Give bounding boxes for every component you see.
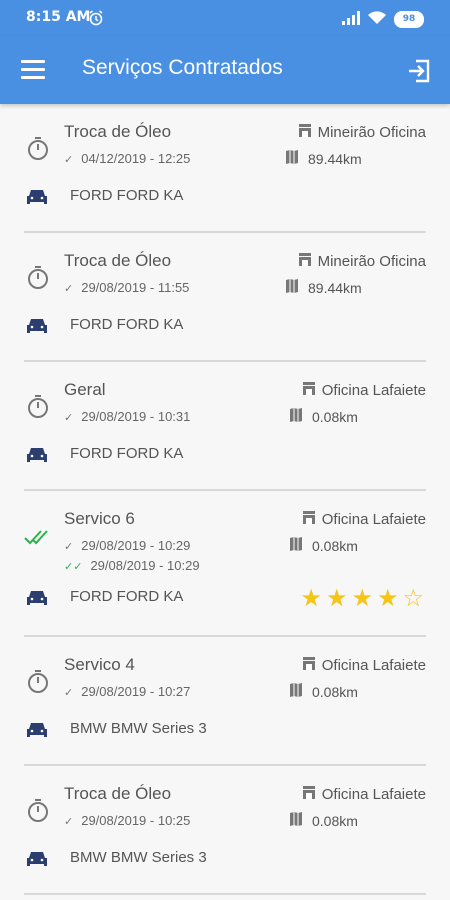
shop-name: Oficina Lafaiete: [302, 382, 426, 399]
rating-stars[interactable]: ★ ★ ★ ★ ☆: [300, 586, 424, 610]
store-icon: [302, 511, 316, 528]
vehicle-name: BMW BMW Series 3: [70, 720, 207, 737]
distance: 0.08km: [290, 408, 358, 425]
store-icon: [302, 657, 316, 674]
shop-name: Oficina Lafaiete: [302, 786, 426, 803]
double-check-icon: ✓✓: [64, 561, 83, 573]
signal-icon: [342, 10, 360, 29]
star-filled-icon[interactable]: ★: [300, 586, 322, 610]
service-card[interactable]: Troca de Óleo ✓ 04/12/2019 - 12:25 FORD F…: [24, 104, 426, 233]
map-icon: [286, 279, 298, 296]
star-filled-icon[interactable]: ★: [377, 586, 399, 610]
double-check-icon: [24, 527, 52, 551]
service-card[interactable]: Servico 6 ✓ 29/08/2019 - 10:29 ✓✓ 29/08/20…: [24, 491, 426, 637]
shop-name: Mineirão Oficina: [298, 253, 426, 270]
car-icon: [26, 720, 48, 744]
timer-icon: [24, 392, 52, 424]
service-card[interactable]: Servico 4 ✓ 29/08/2019 - 10:27 BMW BMW Se…: [24, 637, 426, 766]
timer-icon: [24, 263, 52, 295]
star-filled-icon[interactable]: ★: [326, 586, 348, 610]
distance: 89.44km: [286, 279, 362, 296]
store-icon: [298, 124, 312, 141]
vehicle-name: FORD FORD KA: [70, 316, 184, 333]
car-icon: [26, 187, 48, 211]
page-title: Serviços Contratados: [82, 56, 283, 79]
service-name: Geral: [64, 380, 106, 399]
car-icon: [26, 445, 48, 469]
battery-icon: 98: [394, 11, 424, 28]
service-date: ✓ 29/08/2019 - 10:25: [64, 813, 191, 828]
distance: 89.44km: [286, 150, 362, 167]
car-icon: [26, 588, 48, 612]
service-name: Troca de Óleo: [64, 251, 172, 270]
app-bar: Serviços Contratados: [0, 36, 450, 104]
car-icon: [26, 849, 48, 873]
logout-icon[interactable]: [406, 58, 432, 88]
service-date: ✓ 04/12/2019 - 12:25: [64, 151, 191, 166]
map-icon: [290, 408, 302, 425]
check-icon: ✓: [64, 412, 74, 424]
check-icon: ✓: [64, 687, 74, 699]
vehicle-name: FORD FORD KA: [70, 588, 184, 605]
service-card[interactable]: Troca de Óleo ✓ 29/08/2019 - 11:55 FORD F…: [24, 233, 426, 362]
status-bar: 8:15 AM 98: [0, 0, 450, 36]
store-icon: [298, 253, 312, 270]
check-icon: ✓: [64, 154, 74, 166]
service-date: ✓ 29/08/2019 - 10:31: [64, 409, 191, 424]
service-list: Troca de Óleo ✓ 04/12/2019 - 12:25 FORD F…: [0, 104, 450, 895]
timer-icon: [24, 134, 52, 166]
service-date: ✓ 29/08/2019 - 10:29: [64, 538, 191, 553]
vehicle-name: FORD FORD KA: [70, 445, 184, 462]
distance: 0.08km: [290, 683, 358, 700]
service-date-confirmed: ✓✓ 29/08/2019 - 10:29: [64, 558, 200, 573]
service-card[interactable]: Geral ✓ 29/08/2019 - 10:31 FORD FORD KA O…: [24, 362, 426, 491]
star-empty-icon[interactable]: ☆: [402, 586, 424, 610]
store-icon: [302, 382, 316, 399]
timer-icon: [24, 796, 52, 828]
service-name: Servico 4: [64, 655, 135, 674]
status-time: 8:15 AM: [26, 9, 91, 25]
check-icon: ✓: [64, 541, 74, 553]
check-icon: ✓: [64, 283, 74, 295]
map-icon: [290, 683, 302, 700]
vehicle-name: BMW BMW Series 3: [70, 849, 207, 866]
service-name: Servico 6: [64, 509, 135, 528]
shop-name: Mineirão Oficina: [298, 124, 426, 141]
service-name: Troca de Óleo: [64, 784, 172, 803]
shop-name: Oficina Lafaiete: [302, 511, 426, 528]
alarm-icon: [88, 10, 104, 30]
service-name: Troca de Óleo: [64, 122, 172, 141]
map-icon: [290, 812, 302, 829]
shop-name: Oficina Lafaiete: [302, 657, 426, 674]
service-date: ✓ 29/08/2019 - 10:27: [64, 684, 191, 699]
distance: 0.08km: [290, 812, 358, 829]
check-icon: ✓: [64, 816, 74, 828]
store-icon: [302, 786, 316, 803]
timer-icon: [24, 667, 52, 699]
vehicle-name: FORD FORD KA: [70, 187, 184, 204]
distance: 0.08km: [290, 537, 358, 554]
car-icon: [26, 316, 48, 340]
service-card[interactable]: Troca de Óleo ✓ 29/08/2019 - 10:25 BMW BM…: [24, 766, 426, 895]
map-icon: [286, 150, 298, 167]
wifi-icon: [368, 10, 386, 29]
star-filled-icon[interactable]: ★: [351, 586, 373, 610]
service-date: ✓ 29/08/2019 - 11:55: [64, 280, 190, 295]
menu-icon[interactable]: [21, 60, 45, 80]
map-icon: [290, 537, 302, 554]
